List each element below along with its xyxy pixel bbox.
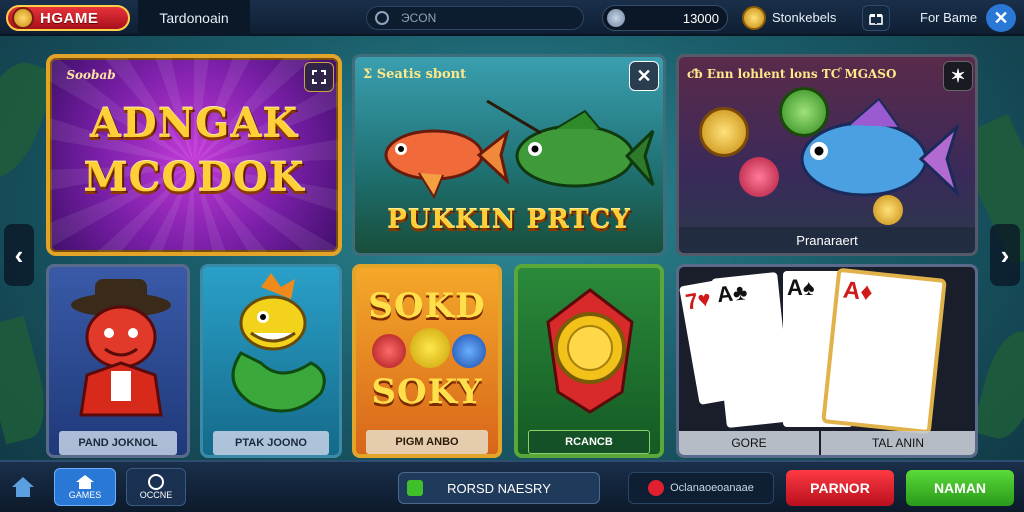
red-badge-icon	[648, 480, 665, 496]
occne-tab-label: OCCNE	[139, 490, 173, 500]
carousel-prev-button[interactable]: ‹	[4, 224, 34, 286]
red-action-button[interactable]: PARNOR	[786, 470, 894, 506]
home-button[interactable]	[6, 470, 40, 504]
seadragon-label: PTAK JOONO	[213, 431, 329, 455]
fishcoins-tag: ƈƀ Enn lohlent lons ƬƇ MGASO	[687, 67, 897, 81]
fishcoins-label: Pranaraert	[679, 227, 975, 253]
game-card-pirate[interactable]: PAND JOKNOL	[46, 264, 190, 458]
poker-label-right: TAL ANIN	[821, 431, 975, 455]
app-logo[interactable]: HGAME	[6, 5, 130, 31]
home-icon	[12, 477, 34, 497]
fishing-rod-icon	[486, 99, 542, 135]
gift-button[interactable]	[862, 5, 890, 31]
blue-ball-icon	[452, 334, 486, 368]
game-card-poker[interactable]: 7♥ A♣ A♠ A♦ GORE TAL ANIN	[676, 264, 978, 458]
game-card-seadragon[interactable]: PTAK JOONO	[200, 264, 342, 458]
occne-tab[interactable]: OCCNE	[126, 468, 186, 506]
sokd-title-line2: SOKY	[371, 372, 483, 412]
gold-coin-icon	[699, 107, 749, 157]
games-tab[interactable]: GAMES	[54, 468, 116, 506]
info-field-text: Oclanaoeoanaae	[670, 482, 754, 494]
playing-card-icon: A♦	[821, 267, 947, 435]
blue-fish-icon	[800, 97, 959, 197]
expand-icon[interactable]	[304, 62, 334, 92]
circle-icon	[148, 474, 164, 490]
bottom-bar: GAMES OCCNE RORSD NAESRY Oclanaoeoanaae …	[0, 460, 1024, 512]
center-action-button[interactable]: RORSD NAESRY	[398, 472, 600, 504]
sokd-label: PIGM ANBO	[366, 430, 488, 454]
featured-tag: Soobab	[66, 68, 116, 82]
featured-title-line2: MCODOK	[83, 154, 305, 201]
background-leaf	[971, 325, 1024, 445]
medal-icon	[546, 288, 634, 414]
top-bar: HGAME Tardonoain ЭCON 13000 Stonkebels F…	[0, 0, 1024, 36]
playing-card-icon: A♣	[711, 271, 793, 429]
info-field[interactable]: Oclanaoeoanaae	[628, 472, 774, 504]
carousel-next-button[interactable]: ›	[990, 224, 1020, 286]
pirate-character-icon	[71, 279, 171, 417]
search-placeholder: ЭCON	[401, 11, 437, 25]
sea-dragon-icon	[231, 273, 326, 413]
yellow-ball-icon	[410, 328, 450, 368]
logo-badge-icon	[12, 7, 34, 29]
balance-value: 13000	[682, 10, 719, 26]
logo-text: HGAME	[40, 9, 99, 27]
medal-label: RCANCB	[528, 430, 650, 454]
close-button[interactable]: ✕	[986, 4, 1016, 32]
gift-icon	[869, 14, 883, 25]
game-card-featured[interactable]: Soobab ADNGAK MCODOK	[46, 54, 342, 256]
game-card-pumpkin[interactable]: Ʃ Seatis sbont ✕ PUKKIN PRTCY	[352, 54, 666, 256]
pirate-label: PAND JOKNOL	[59, 431, 177, 455]
stat-label[interactable]: Stonkebels	[772, 10, 836, 25]
games-tab-label: GAMES	[68, 490, 102, 500]
close-icon[interactable]: ✕	[629, 61, 659, 91]
red-ball-icon	[372, 334, 406, 368]
play-icon	[407, 480, 423, 496]
game-card-sokd[interactable]: SOKD SOKY PIGM ANBO	[352, 264, 502, 458]
pumpkin-title: PUKKIN PRTCY	[387, 205, 631, 235]
search-input[interactable]: ЭCON	[366, 6, 584, 30]
right-label[interactable]: For Bame	[920, 10, 977, 25]
center-action-label: RORSD NAESRY	[447, 480, 551, 496]
game-card-medal[interactable]: RCANCB	[514, 264, 664, 458]
red-mushroom-icon	[739, 157, 779, 197]
game-card-fishcoins[interactable]: ƈƀ Enn lohlent lons ƬƇ MGASO ✶ Pranaraer…	[676, 54, 978, 256]
sokd-title-line1: SOKD	[368, 286, 486, 326]
tab-active[interactable]: Tardonoain	[138, 0, 250, 36]
gold-coin-icon	[742, 6, 766, 30]
small-coin-icon	[873, 195, 903, 225]
star-icon[interactable]: ✶	[943, 61, 973, 91]
poker-label-left: GORE	[679, 431, 819, 455]
coin-icon	[607, 9, 625, 27]
balance-display[interactable]: 13000	[602, 5, 728, 31]
pumpkin-tag: Ʃ Seatis sbont	[363, 66, 467, 82]
games-icon	[76, 475, 94, 489]
featured-title-line1: ADNGAK	[89, 100, 299, 147]
green-action-button[interactable]: NAMAN	[906, 470, 1014, 506]
search-icon	[375, 11, 389, 25]
